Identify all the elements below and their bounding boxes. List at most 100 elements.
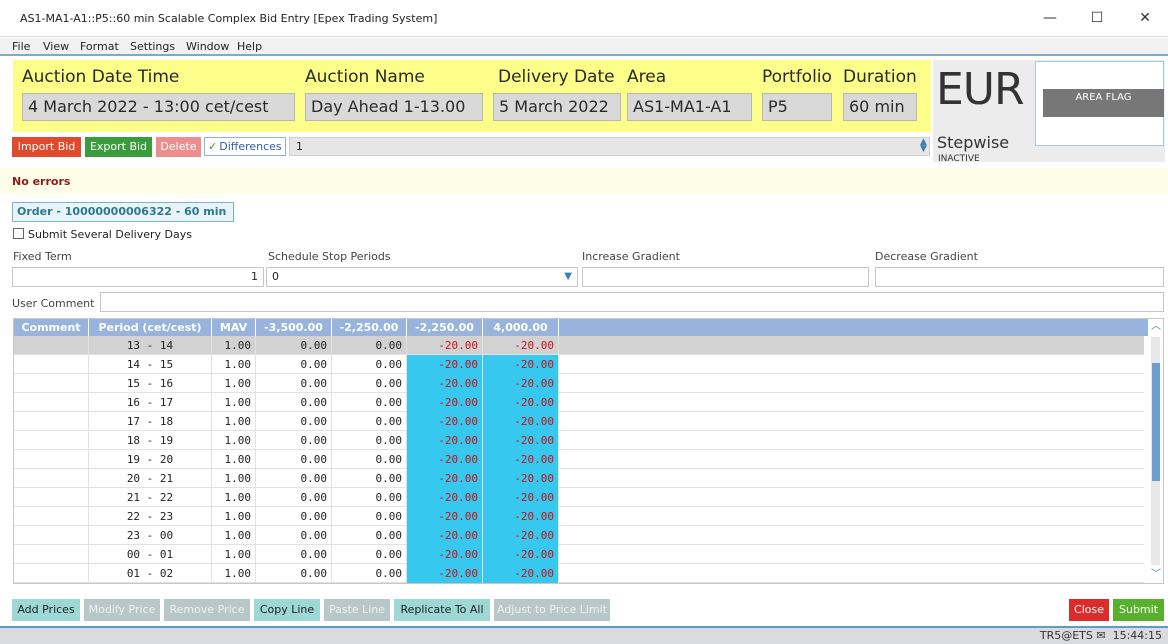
menu-view[interactable]: View <box>43 40 69 53</box>
cell-period[interactable]: 21 - 22 <box>89 488 212 507</box>
menu-file[interactable]: File <box>12 40 30 53</box>
cell-price-4[interactable]: -20.00 <box>483 374 559 393</box>
several-days-checkbox[interactable]: Submit Several Delivery Days <box>13 228 192 241</box>
table-row[interactable]: 17 - 18 1.00 0.00 0.00 -20.00 -20.00 <box>14 412 1144 431</box>
cell-mav[interactable]: 1.00 <box>212 336 256 355</box>
cell-price-2[interactable]: 0.00 <box>332 431 407 450</box>
table-row[interactable]: 15 - 16 1.00 0.00 0.00 -20.00 -20.00 <box>14 374 1144 393</box>
cell-period[interactable]: 00 - 01 <box>89 545 212 564</box>
cell-price-1[interactable]: 0.00 <box>256 583 332 584</box>
fixed-term-input[interactable]: 1 <box>12 267 264 287</box>
table-row[interactable]: 16 - 17 1.00 0.00 0.00 -20.00 -20.00 <box>14 393 1144 412</box>
cell-price-4[interactable]: -20.00 <box>483 545 559 564</box>
cell-period[interactable]: 20 - 21 <box>89 469 212 488</box>
cell-price-1[interactable]: 0.00 <box>256 374 332 393</box>
spinner-icon[interactable]: ▲ ▼ <box>918 138 929 154</box>
minimize-button[interactable]: — <box>1030 4 1070 32</box>
cell-price-1[interactable]: 0.00 <box>256 450 332 469</box>
cell-comment[interactable] <box>14 412 89 431</box>
cell-price-4[interactable]: -20.00 <box>483 583 559 584</box>
column-header-price-1[interactable]: -3,500.00 <box>256 319 332 336</box>
cell-price-2[interactable]: 0.00 <box>332 393 407 412</box>
cell-price-2[interactable]: 0.00 <box>332 374 407 393</box>
cell-price-3[interactable]: -20.00 <box>407 355 483 374</box>
cell-price-3[interactable]: -20.00 <box>407 488 483 507</box>
scroll-down-icon[interactable]: ﹀ <box>1150 569 1162 581</box>
table-row[interactable]: 01 - 02 1.00 0.00 0.00 -20.00 -20.00 <box>14 564 1144 583</box>
remove-price-button[interactable]: Remove Price <box>164 599 250 621</box>
cell-price-2[interactable]: 0.00 <box>332 526 407 545</box>
cell-mav[interactable]: 1.00 <box>212 393 256 412</box>
cell-price-1[interactable]: 0.00 <box>256 545 332 564</box>
menu-format[interactable]: Format <box>80 40 119 53</box>
cell-comment[interactable] <box>14 526 89 545</box>
cell-period[interactable]: 18 - 19 <box>89 431 212 450</box>
table-row[interactable]: 19 - 20 1.00 0.00 0.00 -20.00 -20.00 <box>14 450 1144 469</box>
decrease-gradient-input[interactable] <box>875 267 1164 287</box>
cell-mav[interactable]: 1.00 <box>212 431 256 450</box>
menu-settings[interactable]: Settings <box>130 40 175 53</box>
mail-icon[interactable]: ✉ <box>1096 629 1105 642</box>
cell-price-3[interactable]: -20.00 <box>407 564 483 583</box>
cell-price-1[interactable]: 0.00 <box>256 336 332 355</box>
cell-price-3[interactable]: -20.00 <box>407 374 483 393</box>
cell-price-4[interactable]: -20.00 <box>483 469 559 488</box>
cell-price-4[interactable]: -20.00 <box>483 488 559 507</box>
cell-mav[interactable]: 1.00 <box>212 469 256 488</box>
cell-price-1[interactable]: 0.00 <box>256 507 332 526</box>
cell-comment[interactable] <box>14 431 89 450</box>
table-row[interactable]: 21 - 22 1.00 0.00 0.00 -20.00 -20.00 <box>14 488 1144 507</box>
checkbox-icon[interactable] <box>13 228 24 239</box>
cell-price-3[interactable]: -20.00 <box>407 583 483 584</box>
cell-price-2[interactable]: 0.00 <box>332 564 407 583</box>
cell-period[interactable]: 17 - 18 <box>89 412 212 431</box>
scroll-thumb[interactable] <box>1152 363 1160 481</box>
cell-mav[interactable]: 1.00 <box>212 355 256 374</box>
cell-price-2[interactable]: 0.00 <box>332 450 407 469</box>
cell-comment[interactable] <box>14 507 89 526</box>
schedule-stop-select[interactable]: 0 ▼ <box>266 267 578 287</box>
maximize-button[interactable]: ☐ <box>1077 4 1117 32</box>
cell-price-4[interactable]: -20.00 <box>483 431 559 450</box>
cell-price-1[interactable]: 0.00 <box>256 488 332 507</box>
cell-comment[interactable] <box>14 374 89 393</box>
cell-period[interactable]: 22 - 23 <box>89 507 212 526</box>
cell-price-1[interactable]: 0.00 <box>256 564 332 583</box>
cell-comment[interactable] <box>14 450 89 469</box>
cell-period[interactable]: 16 - 17 <box>89 393 212 412</box>
add-prices-button[interactable]: Add Prices <box>12 599 80 621</box>
vertical-scrollbar[interactable]: ︿ ﹀ <box>1148 319 1163 583</box>
cell-period[interactable]: 19 - 20 <box>89 450 212 469</box>
cell-price-4[interactable]: -20.00 <box>483 355 559 374</box>
cell-price-3[interactable]: -20.00 <box>407 526 483 545</box>
cell-price-3[interactable]: -20.00 <box>407 412 483 431</box>
table-row[interactable]: 02 - 031.000.000.00-20.00-20.00 <box>14 583 1144 584</box>
table-row[interactable]: 20 - 21 1.00 0.00 0.00 -20.00 -20.00 <box>14 469 1144 488</box>
cell-period[interactable]: 23 - 00 <box>89 526 212 545</box>
column-header-price-2[interactable]: -2,250.00 <box>332 319 407 336</box>
cell-price-4[interactable]: -20.00 <box>483 412 559 431</box>
column-header-price-4[interactable]: 4,000.00 <box>483 319 559 336</box>
cell-price-4[interactable]: -20.00 <box>483 564 559 583</box>
table-row[interactable]: 23 - 00 1.00 0.00 0.00 -20.00 -20.00 <box>14 526 1144 545</box>
cell-mav[interactable]: 1.00 <box>212 545 256 564</box>
cell-price-3[interactable]: -20.00 <box>407 507 483 526</box>
adjust-to-price-limit-button[interactable]: Adjust to Price Limit <box>494 599 610 621</box>
import-bid-button[interactable]: Import Bid <box>12 137 81 157</box>
cell-comment[interactable] <box>14 488 89 507</box>
cell-price-2[interactable]: 0.00 <box>332 469 407 488</box>
cell-price-2[interactable]: 0.00 <box>332 545 407 564</box>
cell-period[interactable]: 14 - 15 <box>89 355 212 374</box>
scroll-up-icon[interactable]: ︿ <box>1150 321 1162 333</box>
cell-comment[interactable] <box>14 355 89 374</box>
cell-price-2[interactable]: 0.00 <box>332 336 407 355</box>
cell-price-1[interactable]: 0.00 <box>256 469 332 488</box>
chevron-down-icon[interactable]: ▼ <box>564 268 572 286</box>
cell-comment[interactable] <box>14 545 89 564</box>
cell-price-1[interactable]: 0.00 <box>256 355 332 374</box>
column-header-comment[interactable]: Comment <box>14 319 89 336</box>
cell-price-2[interactable]: 0.00 <box>332 488 407 507</box>
cell-price-4[interactable]: -20.00 <box>483 507 559 526</box>
menu-window[interactable]: Window <box>186 40 229 53</box>
cell-mav[interactable]: 1.00 <box>212 583 256 584</box>
